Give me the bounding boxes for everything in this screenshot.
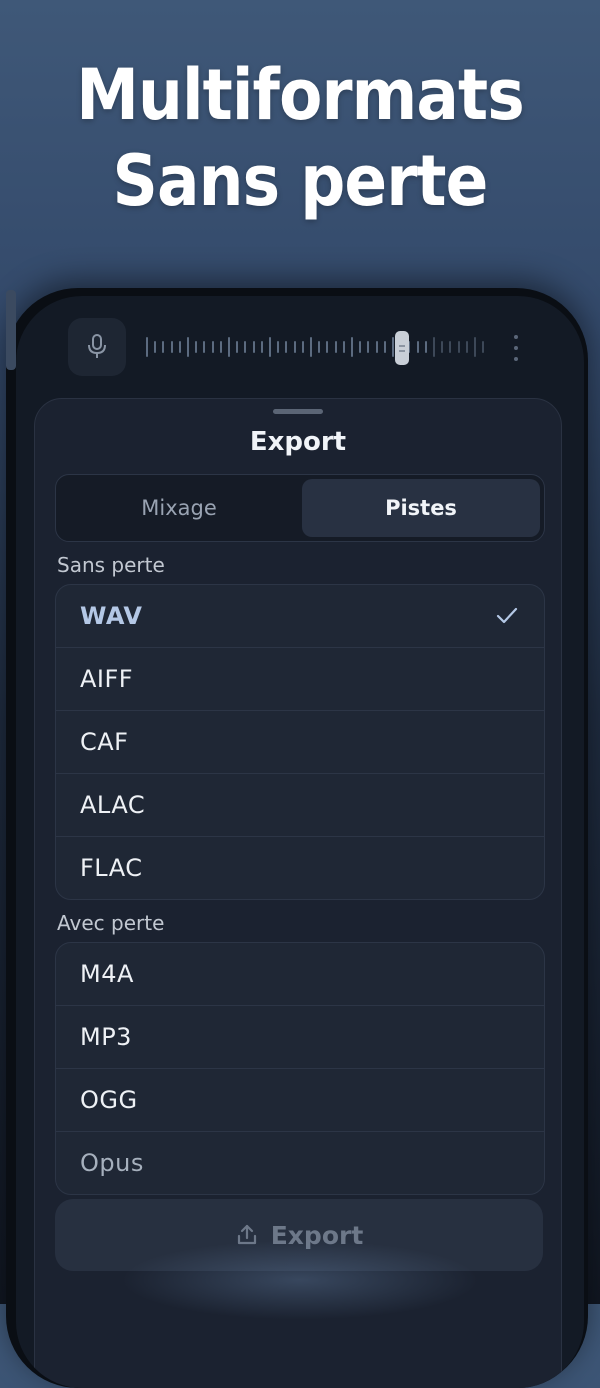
format-option-opus[interactable]: Opus <box>56 1132 544 1194</box>
headline-line-2: Sans perte <box>112 140 489 222</box>
tab-pistes[interactable]: Pistes <box>302 479 540 537</box>
format-option-aiff[interactable]: AIFF <box>56 648 544 711</box>
timeline-tick <box>383 341 386 353</box>
sheet-grabber[interactable] <box>273 409 323 414</box>
timeline-tick <box>244 341 247 353</box>
microphone-button[interactable] <box>68 318 126 376</box>
timeline-tick <box>441 341 444 353</box>
format-label: CAF <box>80 728 129 756</box>
timeline-tick <box>252 341 255 353</box>
format-label: OGG <box>80 1086 138 1114</box>
timeline-tick <box>285 341 288 353</box>
format-option-wav[interactable]: WAV <box>56 585 544 648</box>
timeline-tick <box>260 341 263 353</box>
timeline-tick <box>375 341 378 353</box>
export-button[interactable]: Export <box>55 1199 543 1271</box>
format-label: Opus <box>80 1149 144 1177</box>
timeline-tick <box>154 341 157 353</box>
playhead-handle[interactable] <box>395 331 409 365</box>
phone-frame: Export Mixage Pistes Sans perte WAV AIFF… <box>6 288 588 1388</box>
format-option-m4a[interactable]: M4A <box>56 943 544 1006</box>
phone-screen: Export Mixage Pistes Sans perte WAV AIFF… <box>16 296 584 1388</box>
timeline-tick <box>449 341 452 353</box>
sheet-title: Export <box>249 427 347 457</box>
lossy-format-list: M4A MP3 OGG Opus <box>55 942 545 1195</box>
timeline-tick <box>162 341 165 353</box>
format-label: AIFF <box>80 665 134 693</box>
format-option-mp3[interactable]: MP3 <box>56 1006 544 1069</box>
format-label: MP3 <box>80 1023 132 1051</box>
timeline-tick <box>392 337 394 357</box>
timeline-tick <box>457 341 460 353</box>
export-type-segmented-control: Mixage Pistes <box>55 474 545 542</box>
timeline-tick <box>424 341 427 353</box>
format-option-alac[interactable]: ALAC <box>56 774 544 837</box>
timeline-tick <box>433 337 435 357</box>
format-option-ogg[interactable]: OGG <box>56 1069 544 1132</box>
timeline-tick <box>146 337 148 357</box>
timeline-tick <box>326 341 329 353</box>
format-label: M4A <box>80 960 134 988</box>
tab-mixage[interactable]: Mixage <box>60 479 298 537</box>
timeline-tick <box>211 341 214 353</box>
timeline-tick <box>277 341 280 353</box>
headline: Multiformats Sans perte <box>30 52 570 224</box>
timeline-tick <box>482 341 485 353</box>
format-option-flac[interactable]: FLAC <box>56 837 544 899</box>
timeline-tick <box>219 341 222 353</box>
recorder-bar <box>68 318 568 378</box>
timeline-tick <box>228 337 230 357</box>
timeline-tick <box>203 341 206 353</box>
timeline-tick <box>474 337 476 357</box>
lossless-format-list: WAV AIFF CAF ALAC FLAC <box>55 584 545 900</box>
more-vertical-icon[interactable] <box>514 335 518 361</box>
timeline-tick <box>170 341 173 353</box>
timeline-tick <box>334 341 337 353</box>
export-sheet: Export Mixage Pistes Sans perte WAV AIFF… <box>34 398 562 1388</box>
timeline-tick <box>301 341 304 353</box>
timeline-tick <box>178 341 181 353</box>
format-label: WAV <box>80 602 143 630</box>
format-label: FLAC <box>80 854 143 882</box>
timeline-tick <box>187 337 189 357</box>
timeline-tick <box>367 341 370 353</box>
section-label-lossy: Avec perte <box>57 911 165 935</box>
microphone-icon <box>88 334 106 358</box>
export-button-label: Export <box>270 1220 364 1250</box>
timeline-tick <box>195 341 198 353</box>
share-upload-icon <box>237 1224 256 1245</box>
timeline-tick <box>465 341 468 353</box>
section-label-lossless: Sans perte <box>57 553 165 577</box>
timeline-tick <box>416 341 419 353</box>
timeline-tick <box>236 341 239 353</box>
headline-line-1: Multiformats <box>76 54 524 136</box>
checkmark-icon <box>496 607 518 624</box>
timeline-tick <box>318 341 321 353</box>
timeline-ruler[interactable] <box>146 337 491 357</box>
format-option-caf[interactable]: CAF <box>56 711 544 774</box>
timeline-tick <box>351 337 353 357</box>
phone-side-button <box>6 290 16 370</box>
format-label: ALAC <box>80 791 146 819</box>
timeline-tick <box>359 341 362 353</box>
timeline-tick <box>293 341 296 353</box>
timeline-tick <box>310 337 312 357</box>
timeline-tick <box>342 341 345 353</box>
timeline-tick <box>269 337 271 357</box>
